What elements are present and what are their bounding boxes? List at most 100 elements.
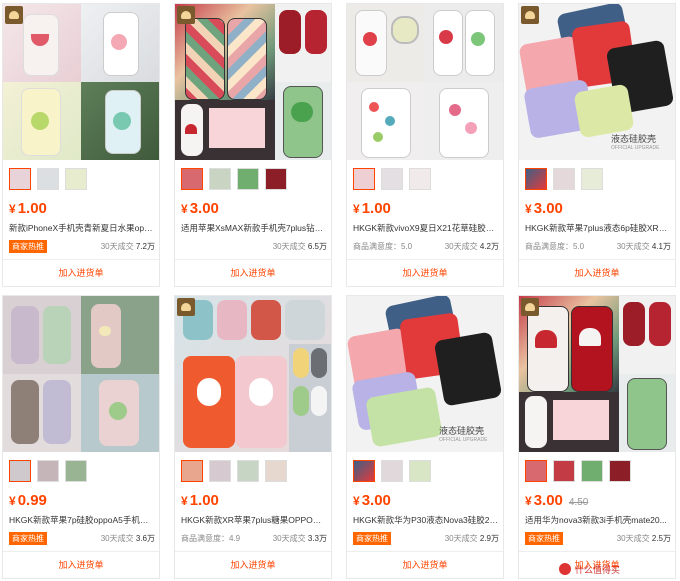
thumbnail[interactable]	[265, 168, 287, 190]
product-image[interactable]: 液态硅胶壳 OFFICIAL UPGRADE	[519, 4, 675, 160]
product-meta: 商家热推 30天成交 2.9万	[353, 532, 499, 546]
product-card[interactable]: 液态硅胶壳 OFFICIAL UPGRADE ¥3.00 HKGK新款苹果7plu…	[518, 3, 676, 287]
add-to-cart-button[interactable]: 加入进货单	[347, 551, 503, 578]
product-price: ¥0.99	[9, 492, 47, 509]
product-meta: 商品满意度：4.9 30天成交 3.3万	[181, 532, 327, 546]
product-title[interactable]: HKGK新款苹果7plus液态6p硅胶XR手...	[525, 222, 671, 234]
add-to-cart-button[interactable]: 加入进货单	[3, 259, 159, 286]
add-to-cart-button[interactable]: 加入进货单	[519, 259, 675, 286]
product-title[interactable]: HKGK新款苹果7p硅胶oppoA5手机壳vi...	[9, 514, 155, 526]
product-price: ¥1.00	[353, 200, 391, 217]
thumbnail[interactable]	[553, 460, 575, 482]
sales-count: 30天成交 4.1万	[616, 242, 671, 251]
product-image[interactable]	[519, 296, 675, 452]
thumbnail[interactable]	[381, 168, 403, 190]
product-title[interactable]: 适用华为nova3新款3i手机壳mate20...	[525, 514, 671, 526]
sales-count: 30天成交 3.6万	[100, 534, 155, 543]
product-image[interactable]: 液态硅胶壳 OFFICIAL UPGRADE	[347, 296, 503, 452]
product-price: ¥1.00	[9, 200, 47, 217]
original-price: 4.50	[568, 497, 589, 508]
product-card[interactable]: ¥1.00 新款iPhoneX手机壳青新夏日水果opp... 商家热推 30天成…	[2, 3, 160, 287]
thumbnail[interactable]	[9, 168, 31, 190]
product-meta: 商家热推 30天成交 3.6万	[9, 532, 155, 546]
thumbnail[interactable]	[181, 168, 203, 190]
product-price: ¥3.00	[525, 200, 563, 217]
thumbnail[interactable]	[9, 460, 31, 482]
thumbnail[interactable]	[65, 168, 87, 190]
sales-count: 30天成交 6.5万	[272, 242, 327, 251]
crown-icon	[521, 6, 539, 24]
thumbnail[interactable]	[181, 460, 203, 482]
product-meta: 商家热推 30天成交 7.2万	[9, 240, 155, 254]
product-meta: 30天成交 6.5万	[181, 240, 327, 254]
thumbnail[interactable]	[525, 460, 547, 482]
product-card[interactable]: ¥1.00 HKGK新款XR苹果7plus糖果OPPOR15... 商品满意度：…	[174, 295, 332, 579]
product-title[interactable]: HKGK新款华为P30液态Nova3硅胶2s...	[353, 514, 499, 526]
sales-count: 30天成交 3.3万	[272, 534, 327, 543]
thumbnail[interactable]	[37, 168, 59, 190]
sales-count: 30天成交 4.2万	[444, 242, 499, 251]
add-to-cart-button[interactable]: 加入进货单	[347, 259, 503, 286]
product-card[interactable]: ¥1.00 HKGK新款vivoX9夏日X21花草硅胶X2... 商品满意度：5…	[346, 3, 504, 287]
image-caption: 液态硅胶壳 OFFICIAL UPGRADE	[611, 134, 660, 151]
thumbnail[interactable]	[581, 460, 603, 482]
thumbnail[interactable]	[209, 460, 231, 482]
thumbnail[interactable]	[265, 460, 287, 482]
product-meta: 商家热推 30天成交 2.5万	[525, 532, 671, 546]
add-to-cart-button[interactable]: 加入进货单	[175, 551, 331, 578]
thumbnail[interactable]	[409, 460, 431, 482]
thumbnail-strip	[525, 168, 609, 190]
thumbnail[interactable]	[237, 460, 259, 482]
product-title[interactable]: 新款iPhoneX手机壳青新夏日水果opp...	[9, 222, 155, 234]
image-caption: 液态硅胶壳 OFFICIAL UPGRADE	[439, 426, 488, 443]
product-card[interactable]: 液态硅胶壳 OFFICIAL UPGRADE ¥3.00 HKGK新款华为P30液…	[346, 295, 504, 579]
product-price: ¥3.00 4.50	[525, 492, 589, 509]
satisfaction-rating: 商品满意度：4.9	[181, 534, 241, 543]
thumbnail[interactable]	[409, 168, 431, 190]
thumbnail[interactable]	[525, 168, 547, 190]
thumbnail-strip	[9, 460, 93, 482]
thumbnail[interactable]	[353, 460, 375, 482]
thumbnail-strip	[181, 460, 293, 482]
thumbnail[interactable]	[553, 168, 575, 190]
thumbnail[interactable]	[609, 460, 631, 482]
product-title[interactable]: 适用苹果XsMAX新款手机壳7plus钻石...	[181, 222, 327, 234]
add-to-cart-button[interactable]: 加入进货单	[3, 551, 159, 578]
product-meta: 商品满意度：5.0 30天成交 4.1万	[525, 240, 671, 254]
crown-icon	[5, 6, 23, 24]
crown-icon	[177, 298, 195, 316]
hot-tag: 商家热推	[9, 532, 47, 545]
product-price: ¥1.00	[181, 492, 219, 509]
thumbnail-strip	[181, 168, 293, 190]
satisfaction-rating: 商品满意度：5.0	[353, 242, 413, 251]
add-to-cart-button[interactable]: 加入进货单	[175, 259, 331, 286]
product-card[interactable]: ¥3.00 适用苹果XsMAX新款手机壳7plus钻石... 30天成交 6.5…	[174, 3, 332, 287]
product-image[interactable]	[3, 4, 159, 160]
product-title[interactable]: HKGK新款vivoX9夏日X21花草硅胶X2...	[353, 222, 499, 234]
product-title[interactable]: HKGK新款XR苹果7plus糖果OPPOR15...	[181, 514, 327, 526]
product-price: ¥3.00	[181, 200, 219, 217]
product-image[interactable]	[175, 296, 331, 452]
thumbnail[interactable]	[37, 460, 59, 482]
thumbnail-strip	[353, 168, 437, 190]
sales-count: 30天成交 7.2万	[100, 242, 155, 251]
hot-tag: 商家热推	[9, 240, 47, 253]
sales-count: 30天成交 2.5万	[616, 534, 671, 543]
crown-icon	[521, 298, 539, 316]
thumbnail[interactable]	[237, 168, 259, 190]
product-image[interactable]	[3, 296, 159, 452]
thumbnail[interactable]	[381, 460, 403, 482]
product-card[interactable]: ¥0.99 HKGK新款苹果7p硅胶oppoA5手机壳vi... 商家热推 30…	[2, 295, 160, 579]
sales-count: 30天成交 2.9万	[444, 534, 499, 543]
thumbnail[interactable]	[581, 168, 603, 190]
thumbnail[interactable]	[65, 460, 87, 482]
product-image[interactable]	[347, 4, 503, 160]
thumbnail[interactable]	[353, 168, 375, 190]
product-card[interactable]: ¥3.00 4.50 适用华为nova3新款3i手机壳mate20... 商家热推…	[518, 295, 676, 579]
product-image[interactable]	[175, 4, 331, 160]
thumbnail[interactable]	[209, 168, 231, 190]
hot-tag: 商家热推	[353, 532, 391, 545]
satisfaction-rating: 商品满意度：5.0	[525, 242, 585, 251]
product-price: ¥3.00	[353, 492, 391, 509]
product-meta: 商品满意度：5.0 30天成交 4.2万	[353, 240, 499, 254]
